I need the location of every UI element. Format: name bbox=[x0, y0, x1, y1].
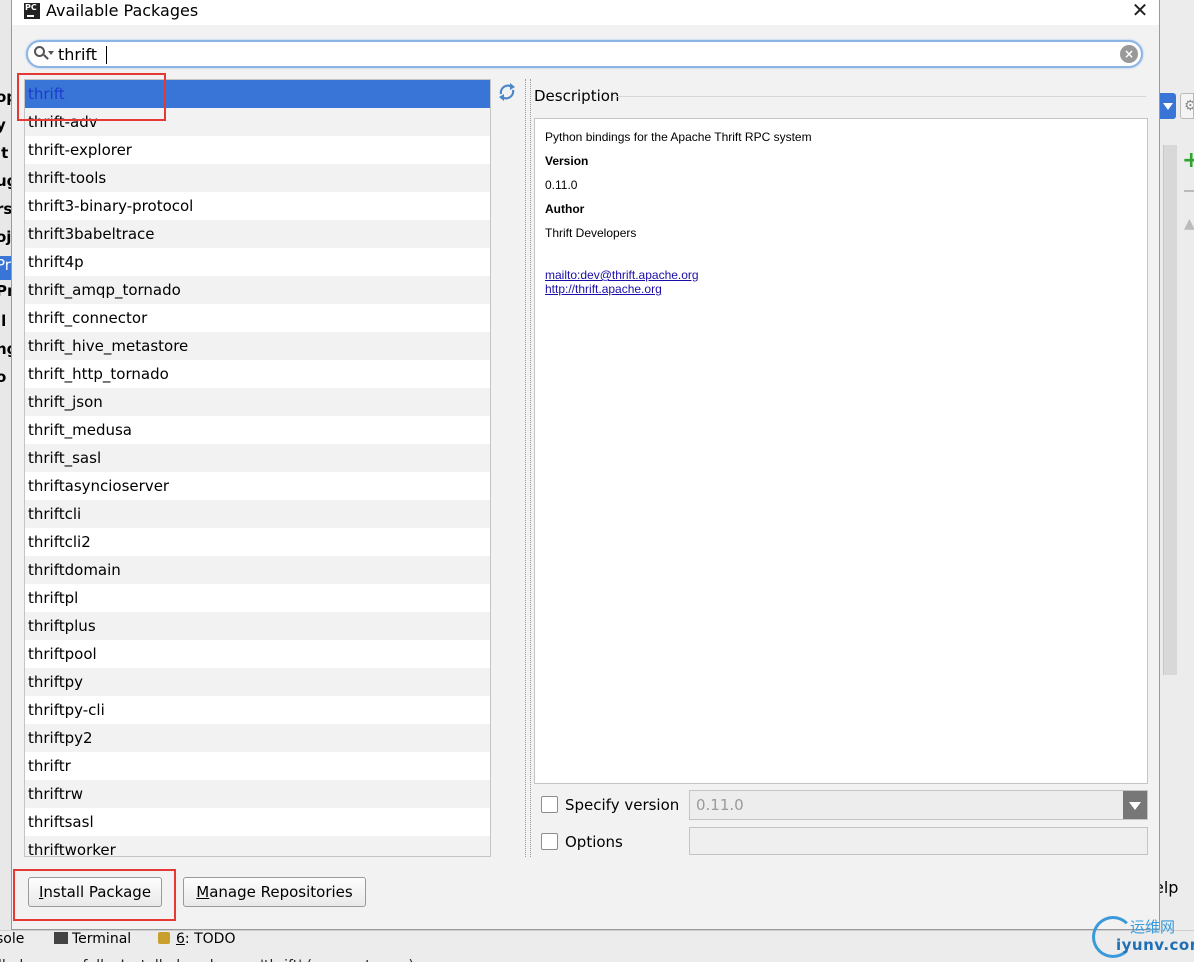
package-list-item[interactable]: thriftcli bbox=[25, 500, 490, 528]
tab-python-console[interactable]: sole bbox=[0, 931, 24, 949]
panel-splitter[interactable] bbox=[525, 79, 531, 857]
package-list-item[interactable]: thrift_hive_metastore bbox=[25, 332, 490, 360]
clear-search-icon[interactable]: × bbox=[1120, 45, 1138, 63]
search-icon[interactable] bbox=[34, 45, 58, 63]
options-label[interactable]: Options bbox=[565, 832, 623, 852]
remove-package-icon[interactable] bbox=[1184, 190, 1194, 192]
description-pane: Python bindings for the Apache Thrift RP… bbox=[534, 118, 1148, 784]
description-label: Description bbox=[534, 87, 620, 105]
package-list-item[interactable]: thriftpy-cli bbox=[25, 696, 490, 724]
package-list-item[interactable]: thriftpool bbox=[25, 640, 490, 668]
add-package-icon[interactable]: + bbox=[1182, 150, 1194, 174]
site-watermark: 运维网 iyunv.com bbox=[1090, 914, 1194, 962]
pycharm-logo-icon: PC bbox=[24, 3, 40, 19]
dialog-title: Available Packages bbox=[46, 1, 199, 20]
watermark-cn-text: 运维网 bbox=[1130, 918, 1176, 936]
author-value: Thrift Developers bbox=[545, 226, 637, 240]
package-list-item[interactable]: thriftasyncioserver bbox=[25, 472, 490, 500]
version-select: 0.11.0 bbox=[689, 790, 1148, 820]
chevron-down-icon bbox=[1123, 791, 1147, 819]
version-value: 0.11.0 bbox=[545, 178, 578, 192]
options-input bbox=[689, 827, 1148, 855]
dialog-titlebar: PC Available Packages ✕ bbox=[12, 0, 1159, 25]
package-list-item[interactable]: thrift-explorer bbox=[25, 136, 490, 164]
highlight-box-install-button bbox=[13, 869, 176, 921]
description-separator bbox=[616, 96, 1146, 97]
interpreter-dropdown-icon[interactable] bbox=[1160, 93, 1176, 119]
package-list-item[interactable]: thrift3-binary-protocol bbox=[25, 192, 490, 220]
highlight-box-selected-package bbox=[17, 73, 166, 121]
package-list-item[interactable]: thriftworker bbox=[25, 836, 490, 856]
package-list-item[interactable]: thrift_sasl bbox=[25, 444, 490, 472]
tab-terminal[interactable]: Terminal bbox=[54, 931, 131, 949]
package-list-item[interactable]: thriftr bbox=[25, 752, 490, 780]
package-list-item[interactable]: thriftrw bbox=[25, 780, 490, 808]
refresh-icon[interactable] bbox=[496, 81, 518, 103]
tab-todo-mnemonic: 6 bbox=[176, 931, 185, 947]
status-bar-text: lled successfully: Installed packages: '… bbox=[0, 953, 598, 962]
packages-table-edge bbox=[1163, 145, 1177, 675]
tab-todo-label: : TODO bbox=[184, 931, 236, 947]
ide-right-panel: ⚙ + ▲ elp bbox=[1160, 0, 1194, 930]
close-button[interactable]: ✕ bbox=[1125, 0, 1155, 22]
help-button-fragment[interactable]: elp bbox=[1160, 878, 1178, 897]
package-list-item[interactable]: thrift_amqp_tornado bbox=[25, 276, 490, 304]
version-select-value: 0.11.0 bbox=[696, 796, 744, 814]
package-search-field[interactable]: × bbox=[26, 40, 1143, 68]
package-list-item[interactable]: thriftcli2 bbox=[25, 528, 490, 556]
author-heading: Author bbox=[545, 202, 585, 216]
todo-icon bbox=[158, 932, 170, 944]
tab-todo[interactable]: 6: TODO bbox=[158, 931, 235, 949]
list-toolbar bbox=[491, 79, 523, 857]
gear-icon[interactable]: ⚙ bbox=[1180, 93, 1194, 119]
tab-terminal-label: Terminal bbox=[72, 931, 132, 947]
available-packages-dialog: PC Available Packages ✕ × thriftthrift-a… bbox=[11, 0, 1160, 930]
package-list-item[interactable]: thrift3babeltrace bbox=[25, 220, 490, 248]
package-list-item[interactable]: thriftdomain bbox=[25, 556, 490, 584]
text-caret bbox=[106, 46, 107, 64]
watermark-en-text: iyunv.com bbox=[1116, 936, 1194, 954]
package-list[interactable]: thrift thrift-adv thrift-explorer thrift-to… bbox=[24, 79, 491, 857]
package-list-item[interactable]: thriftpy2 bbox=[25, 724, 490, 752]
options-checkbox[interactable] bbox=[541, 833, 558, 850]
package-summary: Python bindings for the Apache Thrift RP… bbox=[545, 130, 812, 144]
specify-version-label[interactable]: Specify version bbox=[565, 795, 679, 815]
package-list-item[interactable]: thriftplus bbox=[25, 612, 490, 640]
package-list-item[interactable]: thrift_medusa bbox=[25, 416, 490, 444]
search-input[interactable] bbox=[58, 43, 1098, 65]
package-list-item[interactable]: thrift_http_tornado bbox=[25, 360, 490, 388]
manage-repositories-button[interactable]: Manage Repositories bbox=[183, 877, 366, 907]
version-heading: Version bbox=[545, 154, 589, 168]
package-list-item[interactable]: thriftsasl bbox=[25, 808, 490, 836]
specify-version-checkbox[interactable] bbox=[541, 796, 558, 813]
package-list-item[interactable]: thrift_json bbox=[25, 388, 490, 416]
email-link[interactable]: mailto:dev@thrift.apache.org bbox=[545, 268, 699, 282]
package-list-item[interactable]: thrift4p bbox=[25, 248, 490, 276]
package-list-item[interactable]: thrift-tools bbox=[25, 164, 490, 192]
upgrade-package-icon[interactable]: ▲ bbox=[1184, 216, 1194, 232]
homepage-link[interactable]: http://thrift.apache.org bbox=[545, 282, 662, 296]
terminal-icon bbox=[54, 932, 68, 944]
package-list-item[interactable]: thriftpy bbox=[25, 668, 490, 696]
ide-bottom-toolbar: sole Terminal 6: TODO lled successfully:… bbox=[0, 930, 1194, 962]
package-list-item[interactable]: thrift_connector bbox=[25, 304, 490, 332]
manage-repositories-label: Manage Repositories bbox=[196, 883, 353, 901]
package-list-item[interactable]: thriftpl bbox=[25, 584, 490, 612]
